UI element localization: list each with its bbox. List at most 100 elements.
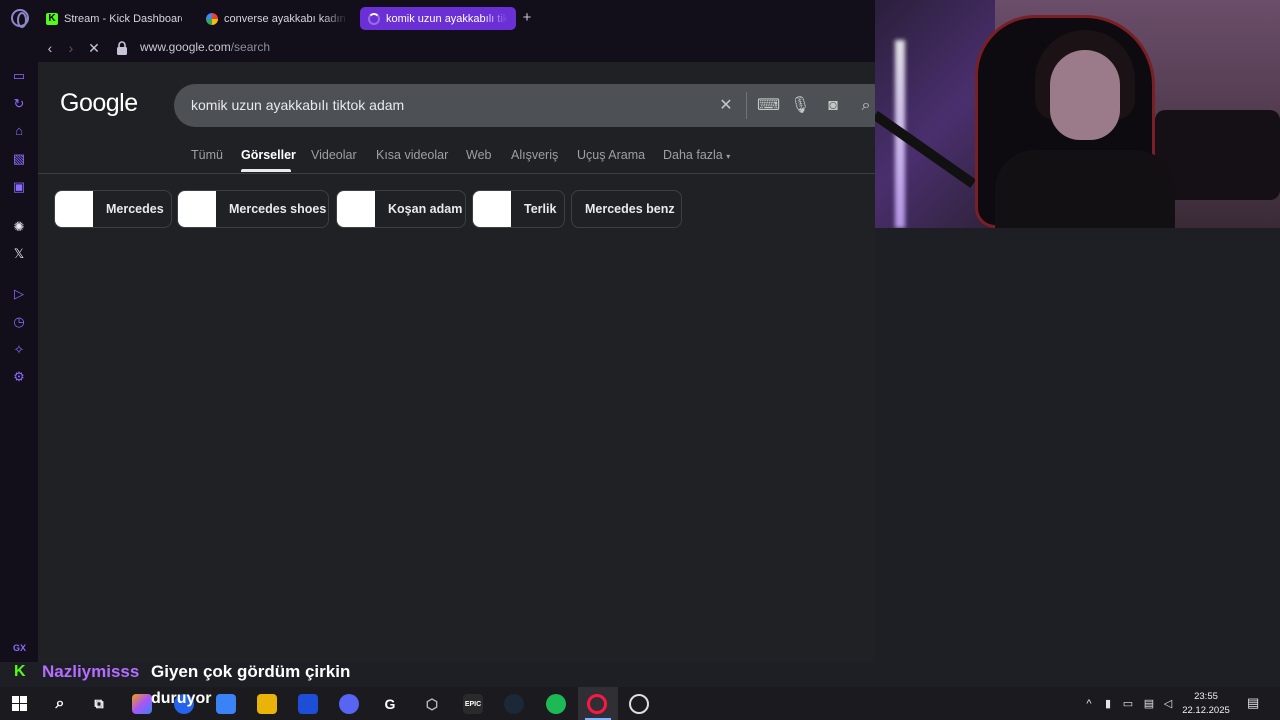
tab-images[interactable]: Görseller (241, 148, 296, 162)
steam-icon[interactable] (504, 694, 524, 714)
gx-corner-icon[interactable]: ▧ (11, 151, 27, 167)
settings-gear-icon[interactable]: ⚙ (11, 369, 27, 385)
search-icon[interactable]: ⌕ (50, 694, 70, 714)
file-explorer-icon[interactable] (257, 694, 277, 714)
webcam-overlay (875, 0, 1280, 228)
loading-spinner-icon (368, 12, 380, 25)
windows-start-icon[interactable] (12, 696, 27, 711)
extensions-puzzle-icon[interactable]: ✧ (11, 342, 27, 358)
chat-message: Giyen çok gördüm çirkin (151, 662, 351, 681)
back-arrow-icon[interactable]: ‹ (41, 39, 59, 57)
lens-camera-icon[interactable]: ◙ (823, 96, 843, 116)
tab-label: komik uzun ayakkabılı tiktok (386, 12, 508, 25)
forward-arrow-icon[interactable]: › (62, 39, 80, 57)
refine-chip[interactable]: Terlik (472, 190, 565, 228)
player-icon[interactable]: ▷ (11, 286, 27, 302)
chip-label: Koşan adam (388, 202, 463, 216)
dropdown-caret-icon: ▾ (726, 152, 731, 161)
active-tab-underline (241, 169, 291, 172)
chip-label: Mercedes (106, 202, 164, 216)
stop-loading-icon[interactable]: ✕ (85, 39, 103, 57)
url-path: /search (230, 40, 271, 54)
x-twitter-icon[interactable]: 𝕏 (11, 246, 27, 262)
clock-time: 23:55 (1194, 691, 1218, 702)
tab-kick-dashboard[interactable]: K Stream - Kick Dashboard (38, 7, 190, 30)
chip-thumbnail (55, 191, 93, 227)
kick-favicon-icon: K (46, 12, 58, 25)
chip-label: Mercedes shoes (229, 202, 327, 216)
tab-more-label: Daha fazla (663, 148, 723, 162)
chat-username: Nazliymisss (42, 662, 140, 681)
taskbar-clock[interactable]: 23:55 22.12.2025 (1182, 690, 1230, 718)
tray-network-icon[interactable]: ▤ (1143, 698, 1155, 710)
tab-short-videos[interactable]: Kısa videolar (376, 148, 448, 162)
url-field[interactable]: www.google.com/search (140, 40, 270, 54)
tray-chevron-up-icon[interactable]: ^ (1083, 698, 1095, 710)
tab-current-search[interactable]: komik uzun ayakkabılı tiktok (360, 7, 516, 30)
tab-all[interactable]: Tümü (191, 148, 223, 162)
search-magnifier-icon[interactable]: ⌕ (856, 96, 875, 116)
google-results-page: Google komik uzun ayakkabılı tiktok adam… (38, 62, 875, 687)
lock-icon (117, 41, 127, 55)
clear-x-icon[interactable]: ✕ (716, 96, 736, 116)
search-box-divider (746, 92, 747, 119)
google-favicon-icon (206, 12, 218, 25)
tray-microphone-icon[interactable]: ▮ (1102, 698, 1114, 710)
google-logo[interactable]: Google (60, 89, 138, 118)
copilot-icon[interactable] (132, 694, 152, 714)
kick-logo-icon: K (14, 663, 26, 680)
spotify-icon[interactable] (546, 694, 566, 714)
tab-shopping[interactable]: Alışveriş (511, 148, 558, 162)
tray-battery-icon[interactable]: ▭ (1122, 698, 1134, 710)
chip-thumbnail (337, 191, 375, 227)
search-type-tabs: Tümü Görseller Videolar Kısa videolar We… (38, 146, 875, 174)
g-hub-icon[interactable]: G (380, 694, 400, 714)
refresh-icon[interactable]: ↻ (11, 96, 27, 112)
gx-label: GX (13, 643, 27, 653)
refine-chip[interactable]: Koşan adam (336, 190, 466, 228)
url-domain: www.google.com (140, 40, 231, 54)
chip-thumbnail (473, 191, 511, 227)
mail-icon[interactable] (298, 694, 318, 714)
new-tab-plus-icon[interactable]: + (519, 10, 535, 26)
webcam-mic-arm (875, 110, 977, 188)
search-box[interactable]: komik uzun ayakkabılı tiktok adam ✕ ⌨ 🎙 … (174, 84, 875, 127)
tab-web[interactable]: Web (466, 148, 491, 162)
tab-converse-search[interactable]: converse ayakkabı kadın t (198, 7, 356, 30)
tab-label: converse ayakkabı kadın t (224, 12, 348, 25)
clock-date: 22.12.2025 (1182, 705, 1230, 716)
chip-label: Terlik (524, 202, 557, 216)
tabs-divider (38, 173, 875, 174)
chat-overlay-partial-text: duruyor (151, 690, 212, 707)
task-view-icon[interactable]: ⧉ (89, 694, 109, 714)
twitch-icon[interactable]: ⌂ (11, 123, 27, 139)
tab-flights[interactable]: Uçuş Arama (577, 148, 645, 162)
refine-chip[interactable]: Mercedes (54, 190, 172, 228)
messenger-icon[interactable]: ▣ (11, 179, 27, 195)
notifications-icon[interactable]: ▤ (1247, 696, 1259, 709)
gx-control-icon[interactable]: ▭ (11, 68, 27, 84)
chatgpt-icon[interactable]: ✺ (11, 219, 27, 235)
screen: K Stream - Kick Dashboard converse ayakk… (0, 0, 1280, 720)
opera-gx-logo-icon[interactable] (11, 9, 29, 28)
webcam-streamer-body (995, 150, 1175, 228)
chip-thumbnail (178, 191, 216, 227)
chip-label: Mercedes benz (585, 202, 675, 216)
store-icon[interactable] (216, 694, 236, 714)
opera-gx-icon[interactable] (587, 694, 607, 714)
history-clock-icon[interactable]: ◷ (11, 314, 27, 330)
tray-volume-icon[interactable]: ◁ (1162, 698, 1174, 710)
search-input[interactable]: komik uzun ayakkabılı tiktok adam (191, 97, 404, 113)
microphone-icon[interactable]: 🎙 (790, 96, 810, 116)
tab-more[interactable]: Daha fazla ▾ (663, 148, 730, 162)
epic-games-icon[interactable]: EPIC (463, 694, 483, 714)
tab-videos[interactable]: Videolar (311, 148, 357, 162)
obs-icon[interactable] (629, 694, 649, 714)
unity-cube-icon[interactable]: ⬡ (422, 694, 442, 714)
refine-chip[interactable]: Mercedes shoes (177, 190, 329, 228)
discord-icon[interactable] (339, 694, 359, 714)
tab-label: Stream - Kick Dashboard (64, 12, 182, 25)
webcam-streamer-face (1050, 50, 1120, 140)
refine-chip[interactable]: Mercedes benz (571, 190, 682, 228)
keyboard-icon[interactable]: ⌨ (757, 96, 780, 116)
